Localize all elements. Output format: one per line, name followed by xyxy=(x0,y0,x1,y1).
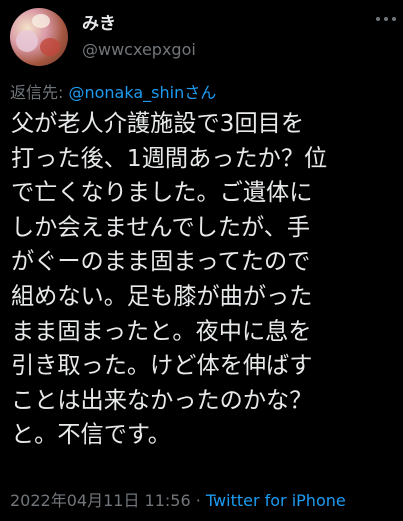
tweet-text-line: まま固まったと。夜中に息を xyxy=(11,317,312,345)
tweet-text-line: がぐーのまま固まってたので xyxy=(11,248,311,276)
reply-to-line: 返信先: @nonaka_shinさん xyxy=(10,79,216,103)
avatar[interactable] xyxy=(10,8,68,66)
tweet-text-line: と。不信です。 xyxy=(11,421,171,449)
author-display-name[interactable]: みき xyxy=(82,9,116,34)
tweet-text: 父が老人介護施設で3回目を 打った後、1週間あったか？位 で亡くなりました。ご遺体に… xyxy=(11,107,399,453)
avatar-photo-detail xyxy=(16,30,38,52)
source-link[interactable]: Twitter for iPhone xyxy=(206,491,346,510)
tweet-text-line: ことは出来なかったのかな？ xyxy=(11,386,313,414)
reply-prefix: 返信先: xyxy=(10,83,69,102)
tweet-text-line: 打った後、1週間あったか？位 xyxy=(11,144,328,172)
timestamp-link[interactable]: 2022年04月11日 11:56 xyxy=(10,491,191,510)
tweet-meta: 2022年04月11日 11:56 · Twitter for iPhone xyxy=(10,487,346,511)
tweet-text-line: 組めない。足も膝が曲がった xyxy=(11,282,313,310)
meta-separator: · xyxy=(190,491,206,510)
tweet-text-line: で亡くなりました。ご遺体に xyxy=(11,179,313,207)
more-horizontal-icon[interactable] xyxy=(376,14,396,24)
avatar-photo-detail xyxy=(40,38,60,56)
tweet-text-line: 引き取った。けど体を伸ばす xyxy=(11,352,313,380)
tweet-text-line: 父が老人介護施設で3回目を xyxy=(11,110,305,137)
author-handle[interactable]: @wwcxepxgoi xyxy=(82,40,196,59)
reply-mention-link[interactable]: @nonaka_shinさん xyxy=(68,83,216,102)
avatar-photo-detail xyxy=(32,14,50,28)
tweet-text-line: しか会えませんでしたが、手 xyxy=(11,213,311,241)
